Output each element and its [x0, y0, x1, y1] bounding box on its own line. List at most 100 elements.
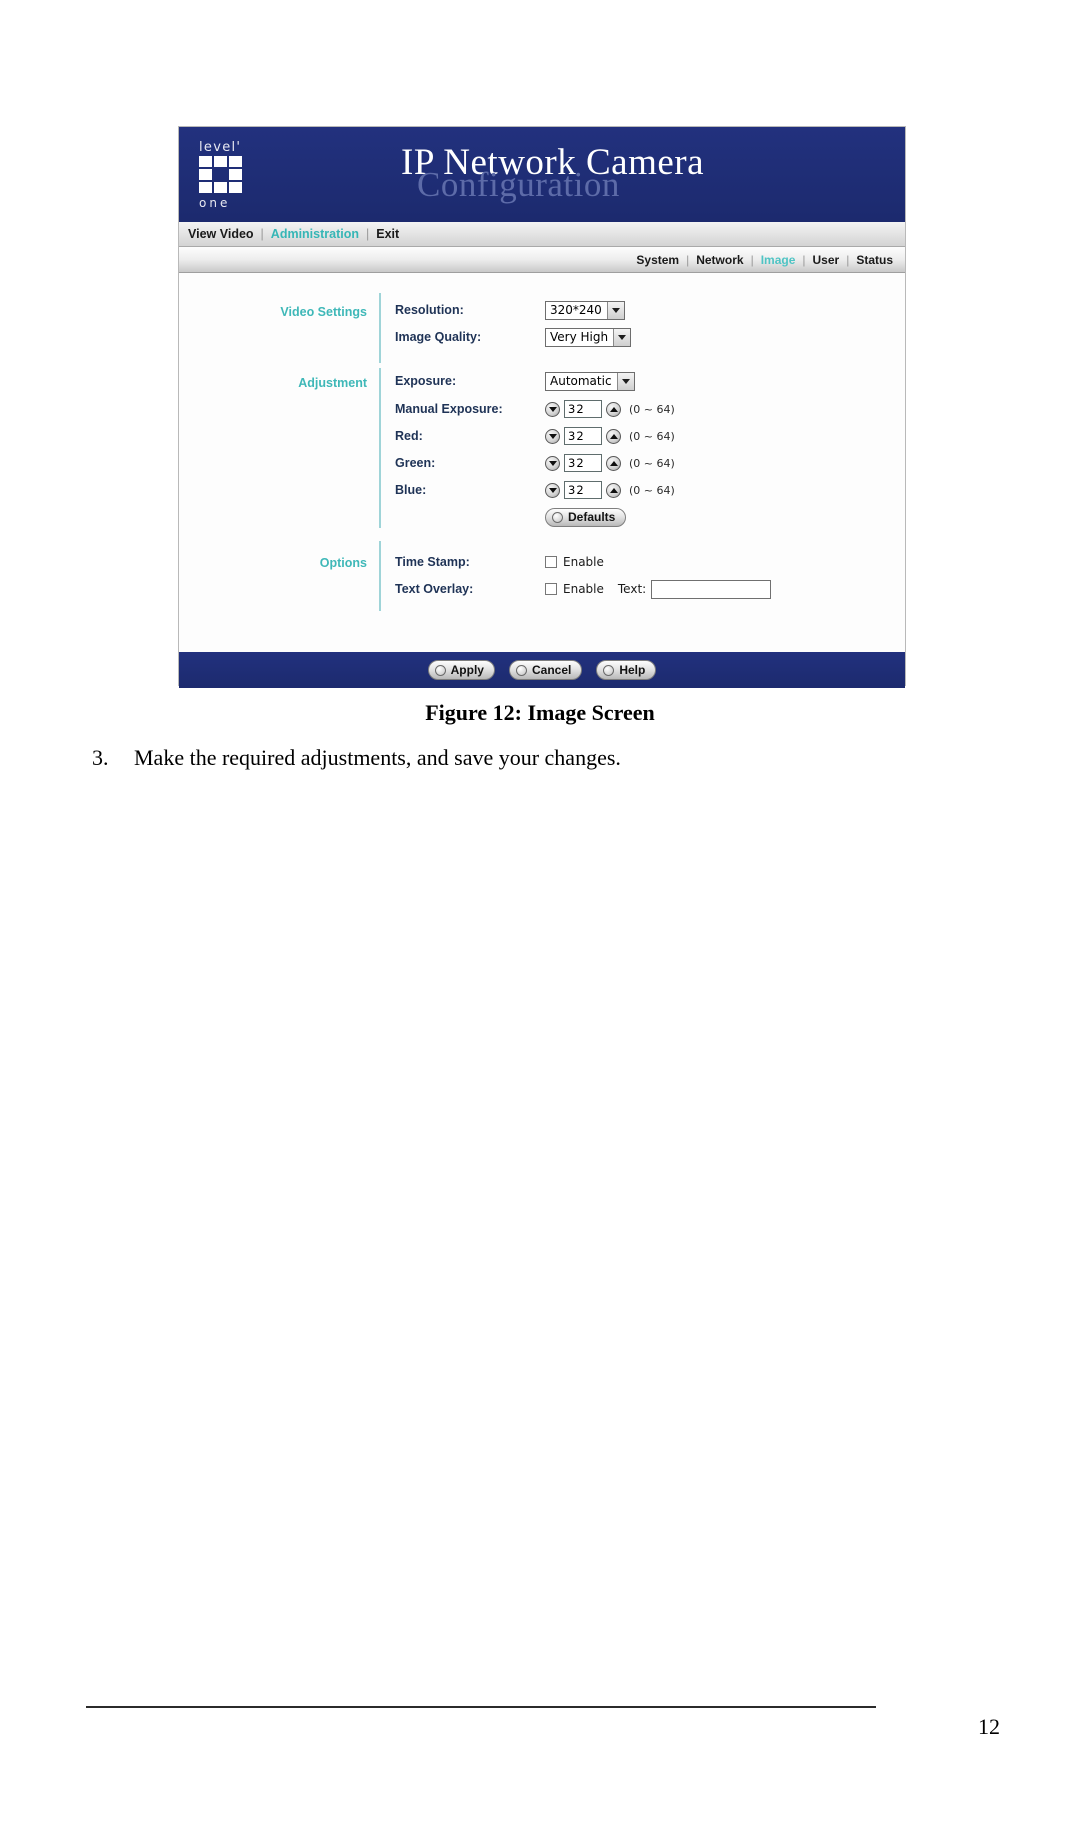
increment-arrow-icon[interactable] — [606, 482, 621, 498]
levelone-logo: level' one — [199, 140, 261, 210]
label-text-overlay: Text Overlay: — [395, 582, 474, 596]
nav-item-administration[interactable]: Administration — [271, 227, 359, 241]
decrement-arrow-icon[interactable] — [545, 455, 560, 471]
green-value[interactable]: 32 — [564, 454, 602, 472]
radio-dot-icon — [434, 664, 446, 676]
label-resolution: Resolution: — [395, 303, 464, 317]
chevron-down-icon[interactable] — [606, 301, 624, 319]
logo-level-text: level' — [199, 140, 242, 155]
subnav-item-user[interactable]: User — [813, 253, 840, 267]
exposure-value: Automatic — [550, 374, 612, 388]
subnav-item-system[interactable]: System — [636, 253, 679, 267]
logo-one-text: one — [199, 196, 231, 210]
cancel-button-label: Cancel — [531, 663, 572, 677]
text-overlay-enable-label: Enable — [563, 582, 604, 596]
figure-image-screen: level' one IP Network Camera Configurati… — [178, 126, 906, 688]
label-blue: Blue: — [395, 483, 427, 497]
figure-caption: Figure 12: Image Screen — [425, 700, 655, 725]
logo-glyph-icon — [199, 156, 245, 194]
nav-separator: | — [260, 227, 264, 241]
field-text-overlay: Text Overlay: Enable Text: — [395, 576, 772, 602]
label-exposure: Exposure: — [395, 374, 457, 388]
red-range: (0 ~ 64) — [629, 429, 675, 443]
blue-stepper[interactable]: 32 — [545, 481, 621, 499]
label-green: Green: — [395, 456, 436, 470]
manual-exposure-value[interactable]: 32 — [564, 400, 602, 418]
decrement-arrow-icon[interactable] — [545, 401, 560, 417]
red-value[interactable]: 32 — [564, 427, 602, 445]
image-quality-value: Very High — [550, 330, 609, 344]
chevron-down-icon[interactable] — [613, 328, 631, 346]
subnav-item-network[interactable]: Network — [696, 253, 743, 267]
nav-separator: | — [366, 227, 370, 241]
section-title-adjustment: Adjustment — [298, 376, 367, 390]
manual-exposure-stepper[interactable]: 32 — [545, 400, 621, 418]
time-stamp-checkbox[interactable] — [545, 556, 557, 568]
nav-item-exit[interactable]: Exit — [376, 227, 399, 241]
resolution-value: 320*240 — [550, 303, 602, 317]
green-range: (0 ~ 64) — [629, 456, 675, 470]
apply-button[interactable]: Apply — [427, 660, 495, 680]
increment-arrow-icon[interactable] — [606, 428, 621, 444]
chevron-down-icon[interactable] — [616, 372, 634, 390]
numbered-step: 3. Make the required adjustments, and sa… — [92, 745, 972, 771]
radio-dot-icon — [552, 511, 563, 523]
field-resolution: Resolution: 320*240 — [395, 297, 625, 323]
radio-dot-icon — [603, 664, 615, 676]
label-manual-exposure: Manual Exposure: — [395, 402, 503, 416]
step-number: 3. — [92, 745, 109, 770]
footer-rule — [86, 1706, 876, 1708]
manual-exposure-range: (0 ~ 64) — [629, 402, 675, 416]
app-banner: level' one IP Network Camera Configurati… — [179, 127, 905, 222]
cancel-button[interactable]: Cancel — [508, 660, 583, 680]
blue-range: (0 ~ 64) — [629, 483, 675, 497]
help-button-label: Help — [619, 663, 646, 677]
increment-arrow-icon[interactable] — [606, 401, 621, 417]
field-green: Green: 32 (0 ~ 64) — [395, 450, 675, 476]
label-red: Red: — [395, 429, 423, 443]
blue-value[interactable]: 32 — [564, 481, 602, 499]
subnav-separator: | — [750, 252, 754, 267]
text-overlay-checkbox[interactable] — [545, 583, 557, 595]
secondary-navbar: System | Network | Image | User | Status — [179, 247, 905, 273]
text-overlay-input[interactable] — [651, 579, 772, 599]
resolution-select[interactable]: 320*240 — [545, 300, 625, 320]
field-red: Red: 32 (0 ~ 64) — [395, 423, 675, 449]
settings-body: Video Settings Resolution: 320*240 Image… — [179, 273, 905, 652]
subnav-item-image[interactable]: Image — [761, 253, 796, 267]
green-stepper[interactable]: 32 — [545, 454, 621, 472]
decrement-arrow-icon[interactable] — [545, 428, 560, 444]
defaults-button-label: Defaults — [568, 510, 616, 524]
subnav-item-status[interactable]: Status — [856, 253, 893, 267]
banner-subtitle: Configuration — [417, 165, 620, 204]
action-button-bar: Apply Cancel Help — [179, 652, 905, 688]
increment-arrow-icon[interactable] — [606, 455, 621, 471]
text-overlay-text-label: Text: — [617, 582, 647, 596]
decrement-arrow-icon[interactable] — [545, 482, 560, 498]
subnav-separator: | — [686, 252, 690, 267]
label-image-quality: Image Quality: — [395, 330, 482, 344]
page-number: 12 — [978, 1714, 1000, 1739]
field-manual-exposure: Manual Exposure: 32 (0 ~ 64) — [395, 396, 675, 422]
label-time-stamp: Time Stamp: — [395, 555, 470, 569]
defaults-row: Defaults — [545, 504, 627, 530]
subnav-separator: | — [846, 252, 850, 267]
section-divider — [379, 293, 381, 363]
help-button[interactable]: Help — [596, 660, 657, 680]
image-quality-select[interactable]: Very High — [545, 327, 632, 347]
section-title-options: Options — [319, 556, 367, 570]
step-text: Make the required adjustments, and save … — [134, 745, 621, 770]
nav-item-view-video[interactable]: View Video — [188, 227, 254, 241]
apply-button-label: Apply — [450, 663, 484, 677]
radio-dot-icon — [515, 664, 527, 676]
red-stepper[interactable]: 32 — [545, 427, 621, 445]
exposure-select[interactable]: Automatic — [545, 371, 635, 391]
time-stamp-enable-label: Enable — [563, 555, 604, 569]
field-image-quality: Image Quality: Very High — [395, 324, 632, 350]
section-divider — [379, 541, 381, 611]
field-blue: Blue: 32 (0 ~ 64) — [395, 477, 675, 503]
field-exposure: Exposure: Automatic — [395, 368, 635, 394]
defaults-button[interactable]: Defaults — [545, 507, 627, 527]
field-time-stamp: Time Stamp: Enable — [395, 549, 604, 575]
section-title-video-settings: Video Settings — [280, 305, 367, 319]
